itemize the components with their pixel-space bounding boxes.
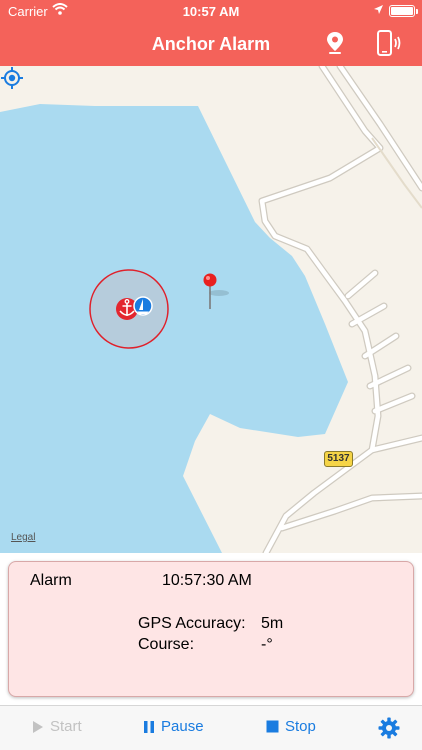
play-icon bbox=[33, 720, 43, 733]
alarm-time: 10:57:30 AM bbox=[162, 572, 252, 589]
course-label: Course: bbox=[138, 636, 195, 653]
settings-gear-icon[interactable] bbox=[378, 717, 400, 739]
gps-accuracy-value: 5m bbox=[261, 615, 284, 632]
map-canvas bbox=[0, 66, 422, 553]
status-time: 10:57 AM bbox=[182, 4, 240, 19]
alarm-info-panel: Alarm 10:57:30 AM GPS Accuracy: 5m Cours… bbox=[8, 561, 414, 697]
start-button[interactable]: Start bbox=[32, 718, 82, 735]
course-value: -° bbox=[261, 636, 273, 653]
map-view[interactable]: 5137 Legal bbox=[0, 66, 422, 553]
phone-vibrate-icon[interactable] bbox=[374, 30, 402, 56]
gps-accuracy-label: GPS Accuracy: bbox=[138, 615, 246, 632]
start-label: Start bbox=[50, 718, 82, 735]
road-number-sign: 5137 bbox=[324, 451, 353, 467]
bottom-toolbar: Start Pause Stop bbox=[0, 705, 422, 750]
page-title: Anchor Alarm bbox=[151, 34, 271, 54]
stop-label: Stop bbox=[285, 718, 316, 735]
map-pin-icon[interactable] bbox=[325, 31, 345, 55]
battery-icon bbox=[389, 5, 418, 17]
stop-button[interactable]: Stop bbox=[266, 718, 316, 735]
pause-button[interactable]: Pause bbox=[143, 718, 204, 735]
legal-link[interactable]: Legal bbox=[11, 532, 35, 543]
pause-label: Pause bbox=[161, 718, 204, 735]
current-location-icon[interactable] bbox=[0, 66, 24, 90]
stop-icon bbox=[266, 720, 279, 733]
boat-marker-icon bbox=[133, 296, 153, 316]
status-bar: Carrier 10:57 AM bbox=[0, 0, 422, 22]
nav-header: Carrier 10:57 AM Anchor Alarm bbox=[0, 0, 422, 66]
water-area bbox=[0, 104, 348, 553]
location-arrow-icon bbox=[374, 5, 383, 14]
alarm-label: Alarm bbox=[30, 572, 72, 589]
pause-icon bbox=[144, 720, 154, 733]
